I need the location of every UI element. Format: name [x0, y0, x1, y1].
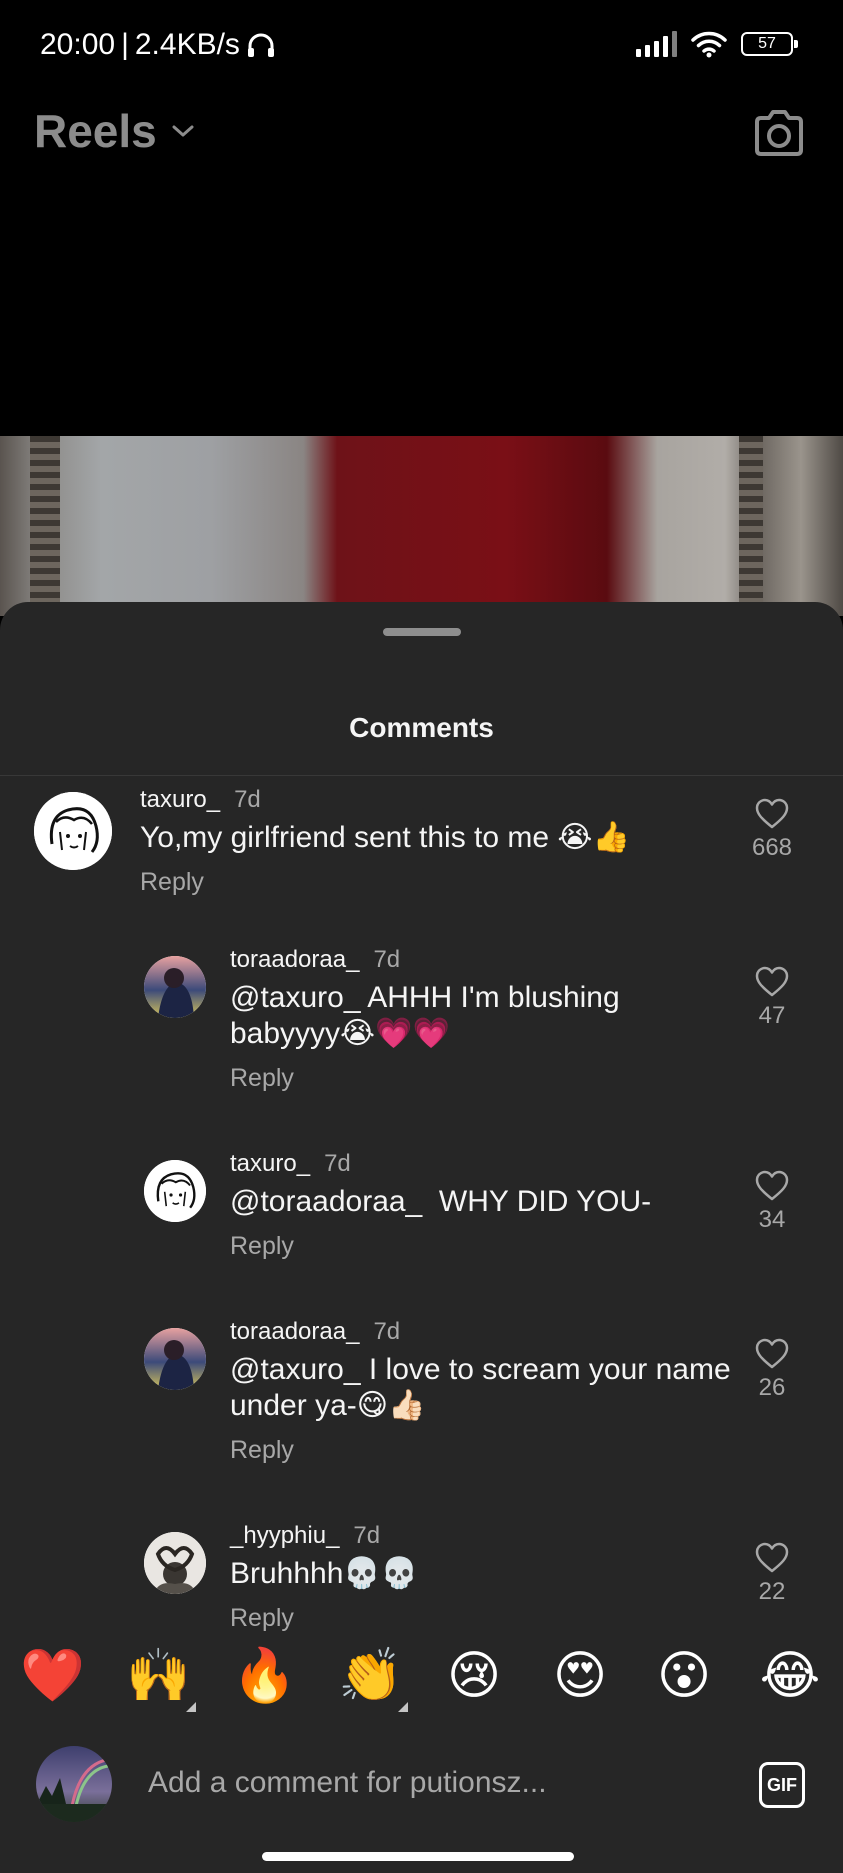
- reel-video[interactable]: [0, 436, 843, 616]
- heart-hands-avatar-icon: [144, 1532, 206, 1594]
- emoji-heart-button[interactable]: ❤️: [20, 1644, 85, 1708]
- like-count: 34: [758, 1206, 786, 1233]
- comment-username[interactable]: toraadoraa_: [230, 946, 359, 973]
- comment-header: toraadoraa_ 7d: [230, 946, 400, 974]
- comment-header: taxuro_ 7d: [140, 786, 261, 814]
- like-button[interactable]: 22: [737, 1542, 807, 1606]
- avatar[interactable]: [34, 792, 112, 870]
- avatar[interactable]: [144, 1160, 206, 1222]
- status-right: 57: [636, 30, 798, 58]
- comment-username[interactable]: taxuro_: [230, 1150, 310, 1177]
- home-indicator[interactable]: [262, 1852, 574, 1861]
- emoji-reaction-bar: ❤️ 🙌 🔥 👏 😢 😍 😮 😂: [0, 1634, 843, 1722]
- emoji-sad-button[interactable]: 😢: [442, 1644, 506, 1708]
- emoji-clap-button[interactable]: 👏: [338, 1644, 408, 1712]
- comment-text: Yo,my girlfriend sent this to me 😭👍: [140, 821, 630, 854]
- network-speed: 2.4KB/s: [134, 28, 240, 61]
- comment-time: 7d: [373, 1318, 401, 1345]
- emoji-surprised-button[interactable]: 😮: [652, 1644, 716, 1708]
- battery-level: 57: [758, 35, 776, 52]
- reply-button[interactable]: Reply: [140, 868, 204, 897]
- reply-button[interactable]: Reply: [230, 1232, 294, 1261]
- sheet-drag-handle[interactable]: [383, 628, 461, 636]
- heart-icon[interactable]: [755, 798, 789, 830]
- comment-username[interactable]: _hyyphiu_: [230, 1522, 339, 1549]
- video-frame-decoration: [739, 436, 763, 616]
- camera-icon[interactable]: [751, 106, 807, 162]
- user-avatar-icon: [36, 1746, 112, 1822]
- reply-button[interactable]: Reply: [230, 1436, 294, 1465]
- comment-time: 7d: [324, 1150, 351, 1177]
- sheet-title: Comments: [349, 712, 494, 743]
- reels-header[interactable]: Reels: [34, 104, 195, 158]
- comment-time: 7d: [234, 786, 261, 813]
- avatar[interactable]: [144, 1532, 206, 1594]
- photo-avatar-icon: [144, 1328, 206, 1390]
- like-count: 47: [758, 1002, 786, 1029]
- heart-icon[interactable]: [755, 1338, 789, 1370]
- comment-header: _hyyphiu_ 7d: [230, 1522, 380, 1550]
- battery-icon: 57: [741, 32, 798, 56]
- status-left: 20:00 | 2.4KB/s: [40, 28, 276, 62]
- signal-icon: [636, 31, 677, 57]
- gif-button[interactable]: GIF: [759, 1762, 805, 1808]
- headphones-icon: [247, 33, 274, 57]
- wifi-icon: [691, 31, 727, 58]
- status-time: 20:00: [40, 28, 116, 61]
- like-button[interactable]: 668: [737, 798, 807, 862]
- emoji-raised-hands-button[interactable]: 🙌: [126, 1644, 196, 1712]
- sketch-avatar-icon: [144, 1160, 206, 1222]
- photo-avatar-icon: [144, 956, 206, 1018]
- comment-list[interactable]: taxuro_ 7d Yo,my girlfriend sent this to …: [0, 776, 843, 1776]
- comment-time: 7d: [373, 946, 401, 973]
- comment-header: toraadoraa_ 7d: [230, 1318, 400, 1346]
- comment-time: 7d: [353, 1522, 381, 1549]
- heart-icon[interactable]: [755, 966, 789, 998]
- comment-item: taxuro_ 7d @toraadoraa_ WHY DID YOU- Repl…: [0, 1148, 843, 1298]
- skin-tone-indicator-icon: [398, 1702, 408, 1712]
- comment-text: @taxuro_ I love to scream your name unde…: [230, 1353, 731, 1422]
- page-title[interactable]: Reels: [34, 104, 157, 158]
- comment-username[interactable]: taxuro_: [140, 786, 220, 813]
- heart-icon[interactable]: [755, 1542, 789, 1574]
- comment-username[interactable]: toraadoraa_: [230, 1318, 359, 1345]
- emoji-laughing-button[interactable]: 😂: [758, 1644, 822, 1708]
- like-button[interactable]: 34: [737, 1170, 807, 1234]
- avatar[interactable]: [144, 956, 206, 1018]
- comment-input[interactable]: [148, 1758, 728, 1808]
- comment-header: taxuro_ 7d: [230, 1150, 351, 1178]
- like-button[interactable]: 26: [737, 1338, 807, 1402]
- comment-text: @toraadoraa_ WHY DID YOU-: [230, 1185, 652, 1218]
- comment-item: toraadoraa_ 7d @taxuro_ AHHH I'm blushing…: [0, 944, 843, 1134]
- emoji-fire-button[interactable]: 🔥: [232, 1644, 297, 1708]
- status-bar: 20:00 | 2.4KB/s 57: [0, 0, 843, 96]
- comment-text: Bruhhhh💀💀: [230, 1557, 419, 1590]
- avatar[interactable]: [144, 1328, 206, 1390]
- avatar: [36, 1746, 112, 1822]
- skin-tone-indicator-icon: [186, 1702, 196, 1712]
- like-count: 668: [751, 834, 793, 861]
- comment-text: @taxuro_ AHHH I'm blushing babyyyy😭💗💗: [230, 981, 620, 1050]
- sketch-avatar-icon: [34, 792, 112, 870]
- emoji-heart-eyes-button[interactable]: 😍: [548, 1644, 612, 1708]
- reply-button[interactable]: Reply: [230, 1604, 294, 1633]
- comment-item: taxuro_ 7d Yo,my girlfriend sent this to …: [0, 776, 843, 926]
- heart-icon[interactable]: [755, 1170, 789, 1202]
- like-count: 22: [758, 1578, 786, 1605]
- reply-button[interactable]: Reply: [230, 1064, 294, 1093]
- comment-composer: GIF: [0, 1740, 843, 1840]
- like-button[interactable]: 47: [737, 966, 807, 1030]
- chevron-down-icon[interactable]: [171, 123, 195, 139]
- like-count: 26: [758, 1374, 786, 1401]
- comment-item: toraadoraa_ 7d @taxuro_ I love to scream …: [0, 1316, 843, 1506]
- video-frame-decoration: [30, 436, 60, 616]
